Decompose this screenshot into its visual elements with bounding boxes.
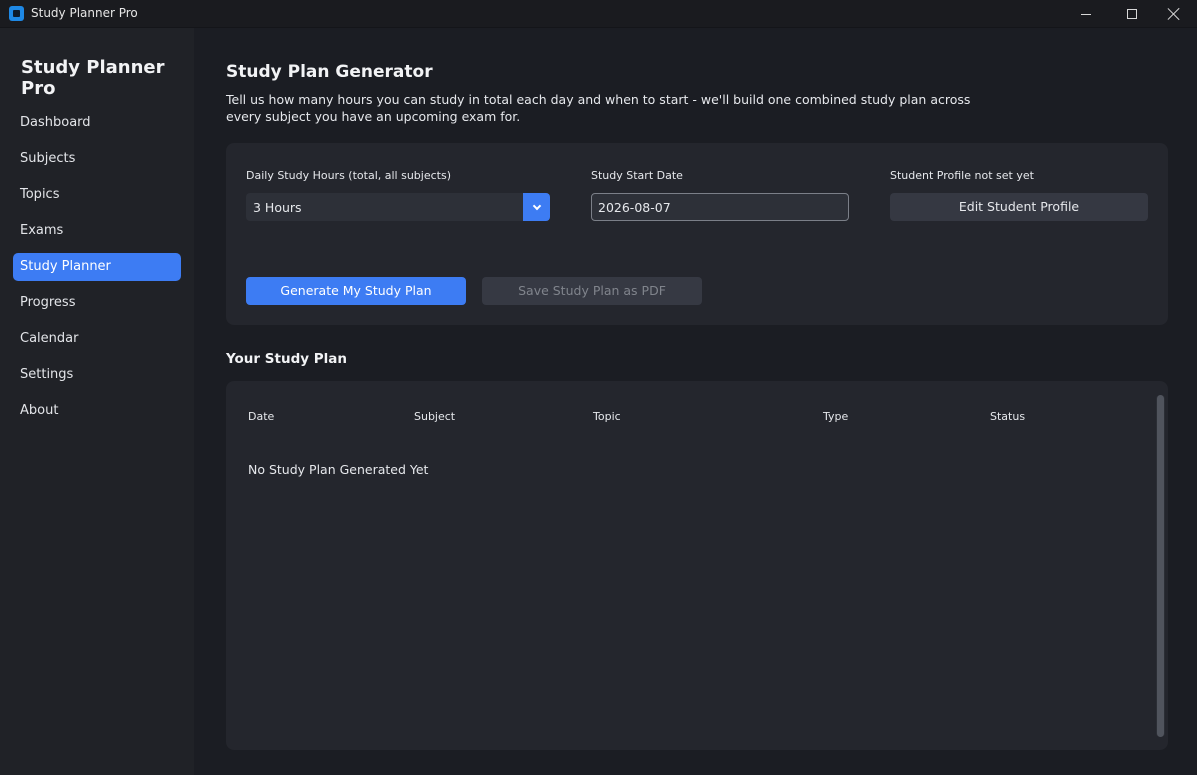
chevron-down-icon (532, 201, 541, 210)
empty-state-message: No Study Plan Generated Yet (248, 462, 429, 477)
sidebar-item-calendar[interactable]: Calendar (13, 325, 181, 353)
minimize-icon (1081, 13, 1091, 15)
close-icon (1168, 8, 1180, 20)
save-pdf-button[interactable]: Save Study Plan as PDF (482, 277, 702, 305)
sidebar: Study Planner Pro Dashboard Subjects Top… (0, 28, 194, 775)
brand-title: Study Planner Pro (21, 57, 165, 99)
maximize-icon (1127, 9, 1137, 19)
study-plan-table: Date Subject Topic Type Status No Study … (226, 381, 1168, 750)
section-title: Your Study Plan (226, 351, 347, 367)
title-bar: Study Planner Pro (0, 0, 1197, 28)
sidebar-item-exams[interactable]: Exams (13, 217, 181, 245)
hours-label: Daily Study Hours (total, all subjects) (246, 169, 451, 182)
generator-panel: Daily Study Hours (total, all subjects) … (226, 143, 1168, 325)
daily-hours-select[interactable]: 3 Hours (246, 193, 550, 221)
sidebar-item-dashboard[interactable]: Dashboard (13, 109, 181, 137)
window-title: Study Planner Pro (31, 6, 138, 20)
column-header-topic[interactable]: Topic (593, 410, 621, 423)
profile-status-label: Student Profile not set yet (890, 169, 1034, 182)
start-date-input[interactable] (591, 193, 849, 221)
minimize-button[interactable] (1063, 0, 1109, 28)
page-description: Tell us how many hours you can study in … (226, 92, 971, 124)
maximize-button[interactable] (1109, 0, 1155, 28)
sidebar-item-settings[interactable]: Settings (13, 361, 181, 389)
close-button[interactable] (1151, 0, 1197, 28)
app-window: Study Planner Pro Study Planner Pro Dash… (0, 0, 1197, 775)
dropdown-button[interactable] (523, 193, 550, 221)
column-header-subject[interactable]: Subject (414, 410, 455, 423)
scrollbar[interactable] (1156, 395, 1165, 737)
sidebar-item-about[interactable]: About (13, 397, 181, 425)
column-header-date[interactable]: Date (248, 410, 274, 423)
page-title: Study Plan Generator (226, 62, 433, 82)
edit-profile-button[interactable]: Edit Student Profile (890, 193, 1148, 221)
column-header-type[interactable]: Type (823, 410, 848, 423)
app-icon (9, 6, 24, 21)
main-content: Study Plan Generator Tell us how many ho… (194, 28, 1197, 775)
sidebar-item-study-planner[interactable]: Study Planner (13, 253, 181, 281)
column-header-status[interactable]: Status (990, 410, 1025, 423)
sidebar-item-subjects[interactable]: Subjects (13, 145, 181, 173)
scrollbar-thumb[interactable] (1157, 395, 1164, 737)
sidebar-item-progress[interactable]: Progress (13, 289, 181, 317)
generate-plan-button[interactable]: Generate My Study Plan (246, 277, 466, 305)
daily-hours-value: 3 Hours (253, 200, 302, 215)
start-date-label: Study Start Date (591, 169, 683, 182)
sidebar-item-topics[interactable]: Topics (13, 181, 181, 209)
